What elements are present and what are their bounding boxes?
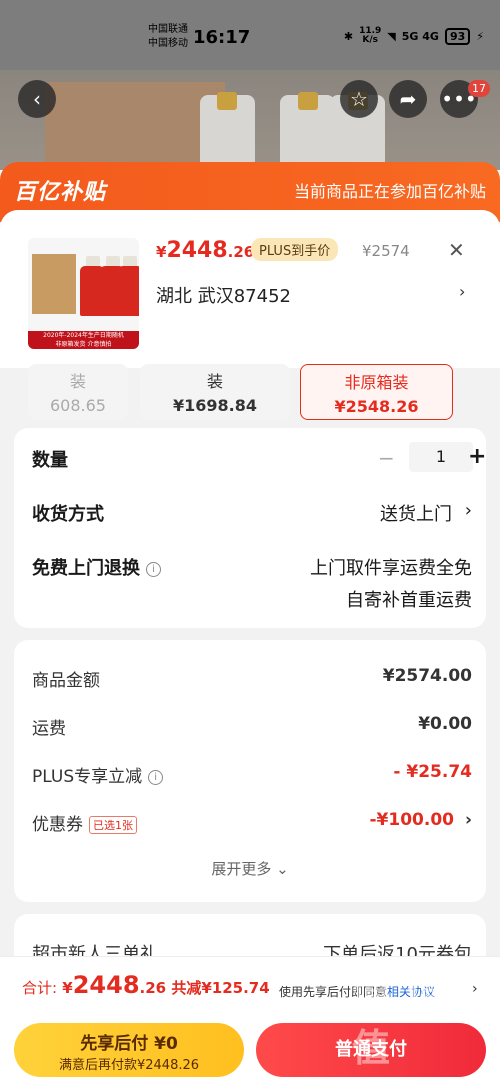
bluetooth-icon: ✱ [343, 29, 354, 43]
photo-cap [298, 92, 318, 110]
quantity-input[interactable]: 1 [409, 442, 473, 472]
coupon-value: -¥100.00 [369, 810, 455, 830]
subsidy-logo: 百亿补贴 [14, 180, 107, 205]
quantity-plus-button[interactable]: + [468, 444, 486, 469]
spec-option[interactable]: 装 ¥1698.84 [140, 364, 290, 420]
delivery-method-label: 收货方式 [32, 504, 104, 525]
order-options-card: 数量 − 1 + 收货方式 送货上门 › 免费上门退换 i 上门取件享运费全免 自… [14, 428, 486, 628]
notification-badge: 17 [468, 80, 490, 97]
back-arrow-icon: ‹ [33, 87, 41, 111]
charging-icon: ⚡ [476, 29, 484, 43]
status-icons: ✱ 11.9 K/s ◥ 5G 4G 93 ⚡ [344, 27, 484, 45]
watermark-logo: 值 值 值 [352, 971, 448, 1070]
expand-more-button[interactable]: 展开更多 ⌄ [14, 858, 486, 879]
plus-discount-value: - ¥25.74 [393, 762, 472, 782]
thumb-box [32, 254, 76, 314]
shipping-label: 运费 [32, 719, 66, 739]
product-summary: 2020年-2024年生产日期随机 非原箱发货 介意慎拍 ¥2448.26 PL… [0, 210, 500, 368]
chevron-down-icon: ⌄ [271, 860, 289, 878]
product-thumbnail: 2020年-2024年生产日期随机 非原箱发货 介意慎拍 [28, 238, 139, 349]
spec-options: 装 608.65 装 ¥1698.84 非原箱装 ¥2548.26 [0, 364, 500, 420]
back-button[interactable]: ‹ [18, 80, 56, 118]
chevron-right-icon: › [464, 500, 472, 521]
price-breakdown-card: 商品金额 ¥2574.00 运费 ¥0.00 PLUS专享立减 i - ¥25.7… [14, 640, 486, 902]
spec-option[interactable]: 装 608.65 [28, 364, 128, 420]
quantity-minus-button[interactable]: − [378, 446, 395, 470]
free-return-label: 免费上门退换 i [32, 554, 161, 580]
coupon-selected-tag: 已选1张 [89, 816, 137, 834]
free-return-desc: 上门取件享运费全免 自寄补首重运费 [310, 558, 472, 611]
watermark-site: zhizhizhi.com [356, 1000, 438, 1014]
info-icon[interactable]: i [146, 561, 161, 577]
total-saved: 共减¥125.74 [171, 979, 270, 997]
plus-discount-label: PLUS专享立减 i [32, 762, 164, 787]
chevron-right-icon: › [464, 810, 472, 830]
share-icon: ➦ [399, 87, 417, 111]
product-photo [0, 70, 500, 170]
status-bar: 中国联通 中国移动 16:17 ✱ 11.9 K/s ◥ 5G 4G 93 ⚡ [0, 0, 500, 70]
current-price: ¥2448.26 [156, 238, 255, 263]
original-price: ¥2574 [362, 242, 410, 260]
coupon-label: 优惠券 已选1张 [32, 810, 137, 835]
photo-cap [217, 92, 237, 110]
favorite-button[interactable]: ☆ [340, 80, 378, 118]
delivery-method-value: 送货上门 [380, 504, 452, 525]
pay-later-title: 先享后付 ¥0 [80, 1034, 178, 1054]
quantity-label: 数量 [32, 450, 68, 471]
signal-icon: 5G 4G [401, 29, 439, 43]
subsidy-note: 当前商品正在参加百亿补贴 [293, 182, 486, 201]
total-amount: 合计: ¥2448.26 共减¥125.74 [22, 971, 270, 999]
thumb-caption: 2020年-2024年生产日期随机 非原箱发货 介意慎拍 [28, 331, 139, 349]
close-icon[interactable]: ✕ [448, 238, 465, 262]
battery-icon: 93 [444, 27, 471, 45]
goods-amount-label: 商品金额 [32, 671, 100, 691]
carrier-info: 中国联通 中国移动 [148, 23, 188, 51]
info-icon[interactable]: i [148, 769, 164, 785]
star-icon: ☆ [350, 87, 368, 111]
share-button[interactable]: ➦ [389, 80, 427, 118]
order-sheet: 2020年-2024年生产日期随机 非原箱发货 介意慎拍 ¥2448.26 PL… [0, 210, 500, 1083]
plus-price-tag: PLUS到手价 [251, 238, 339, 261]
photo-box [45, 82, 225, 170]
shipping-value: ¥0.00 [418, 714, 472, 734]
wifi-icon: ◥ [387, 29, 396, 43]
pay-later-subtitle: 满意后再付款¥2448.26 [58, 1058, 200, 1073]
pay-later-button[interactable]: 先享后付 ¥0 满意后再付款¥2448.26 [14, 1023, 244, 1077]
chevron-right-icon[interactable]: › [459, 282, 465, 301]
spec-option-selected[interactable]: 非原箱装 ¥2548.26 [300, 364, 453, 420]
goods-amount-value: ¥2574.00 [382, 666, 472, 686]
delivery-address[interactable]: 湖北 武汉87452 [156, 282, 291, 308]
carrier-2: 中国移动 [148, 38, 188, 49]
thumb-bottle [118, 266, 139, 316]
free-return-row: 免费上门退换 i 上门取件享运费全免 自寄补首重运费 [32, 554, 472, 614]
network-speed: 11.9 K/s [359, 26, 382, 45]
clock: 16:17 [193, 27, 251, 48]
carrier-1: 中国联通 [148, 24, 188, 35]
